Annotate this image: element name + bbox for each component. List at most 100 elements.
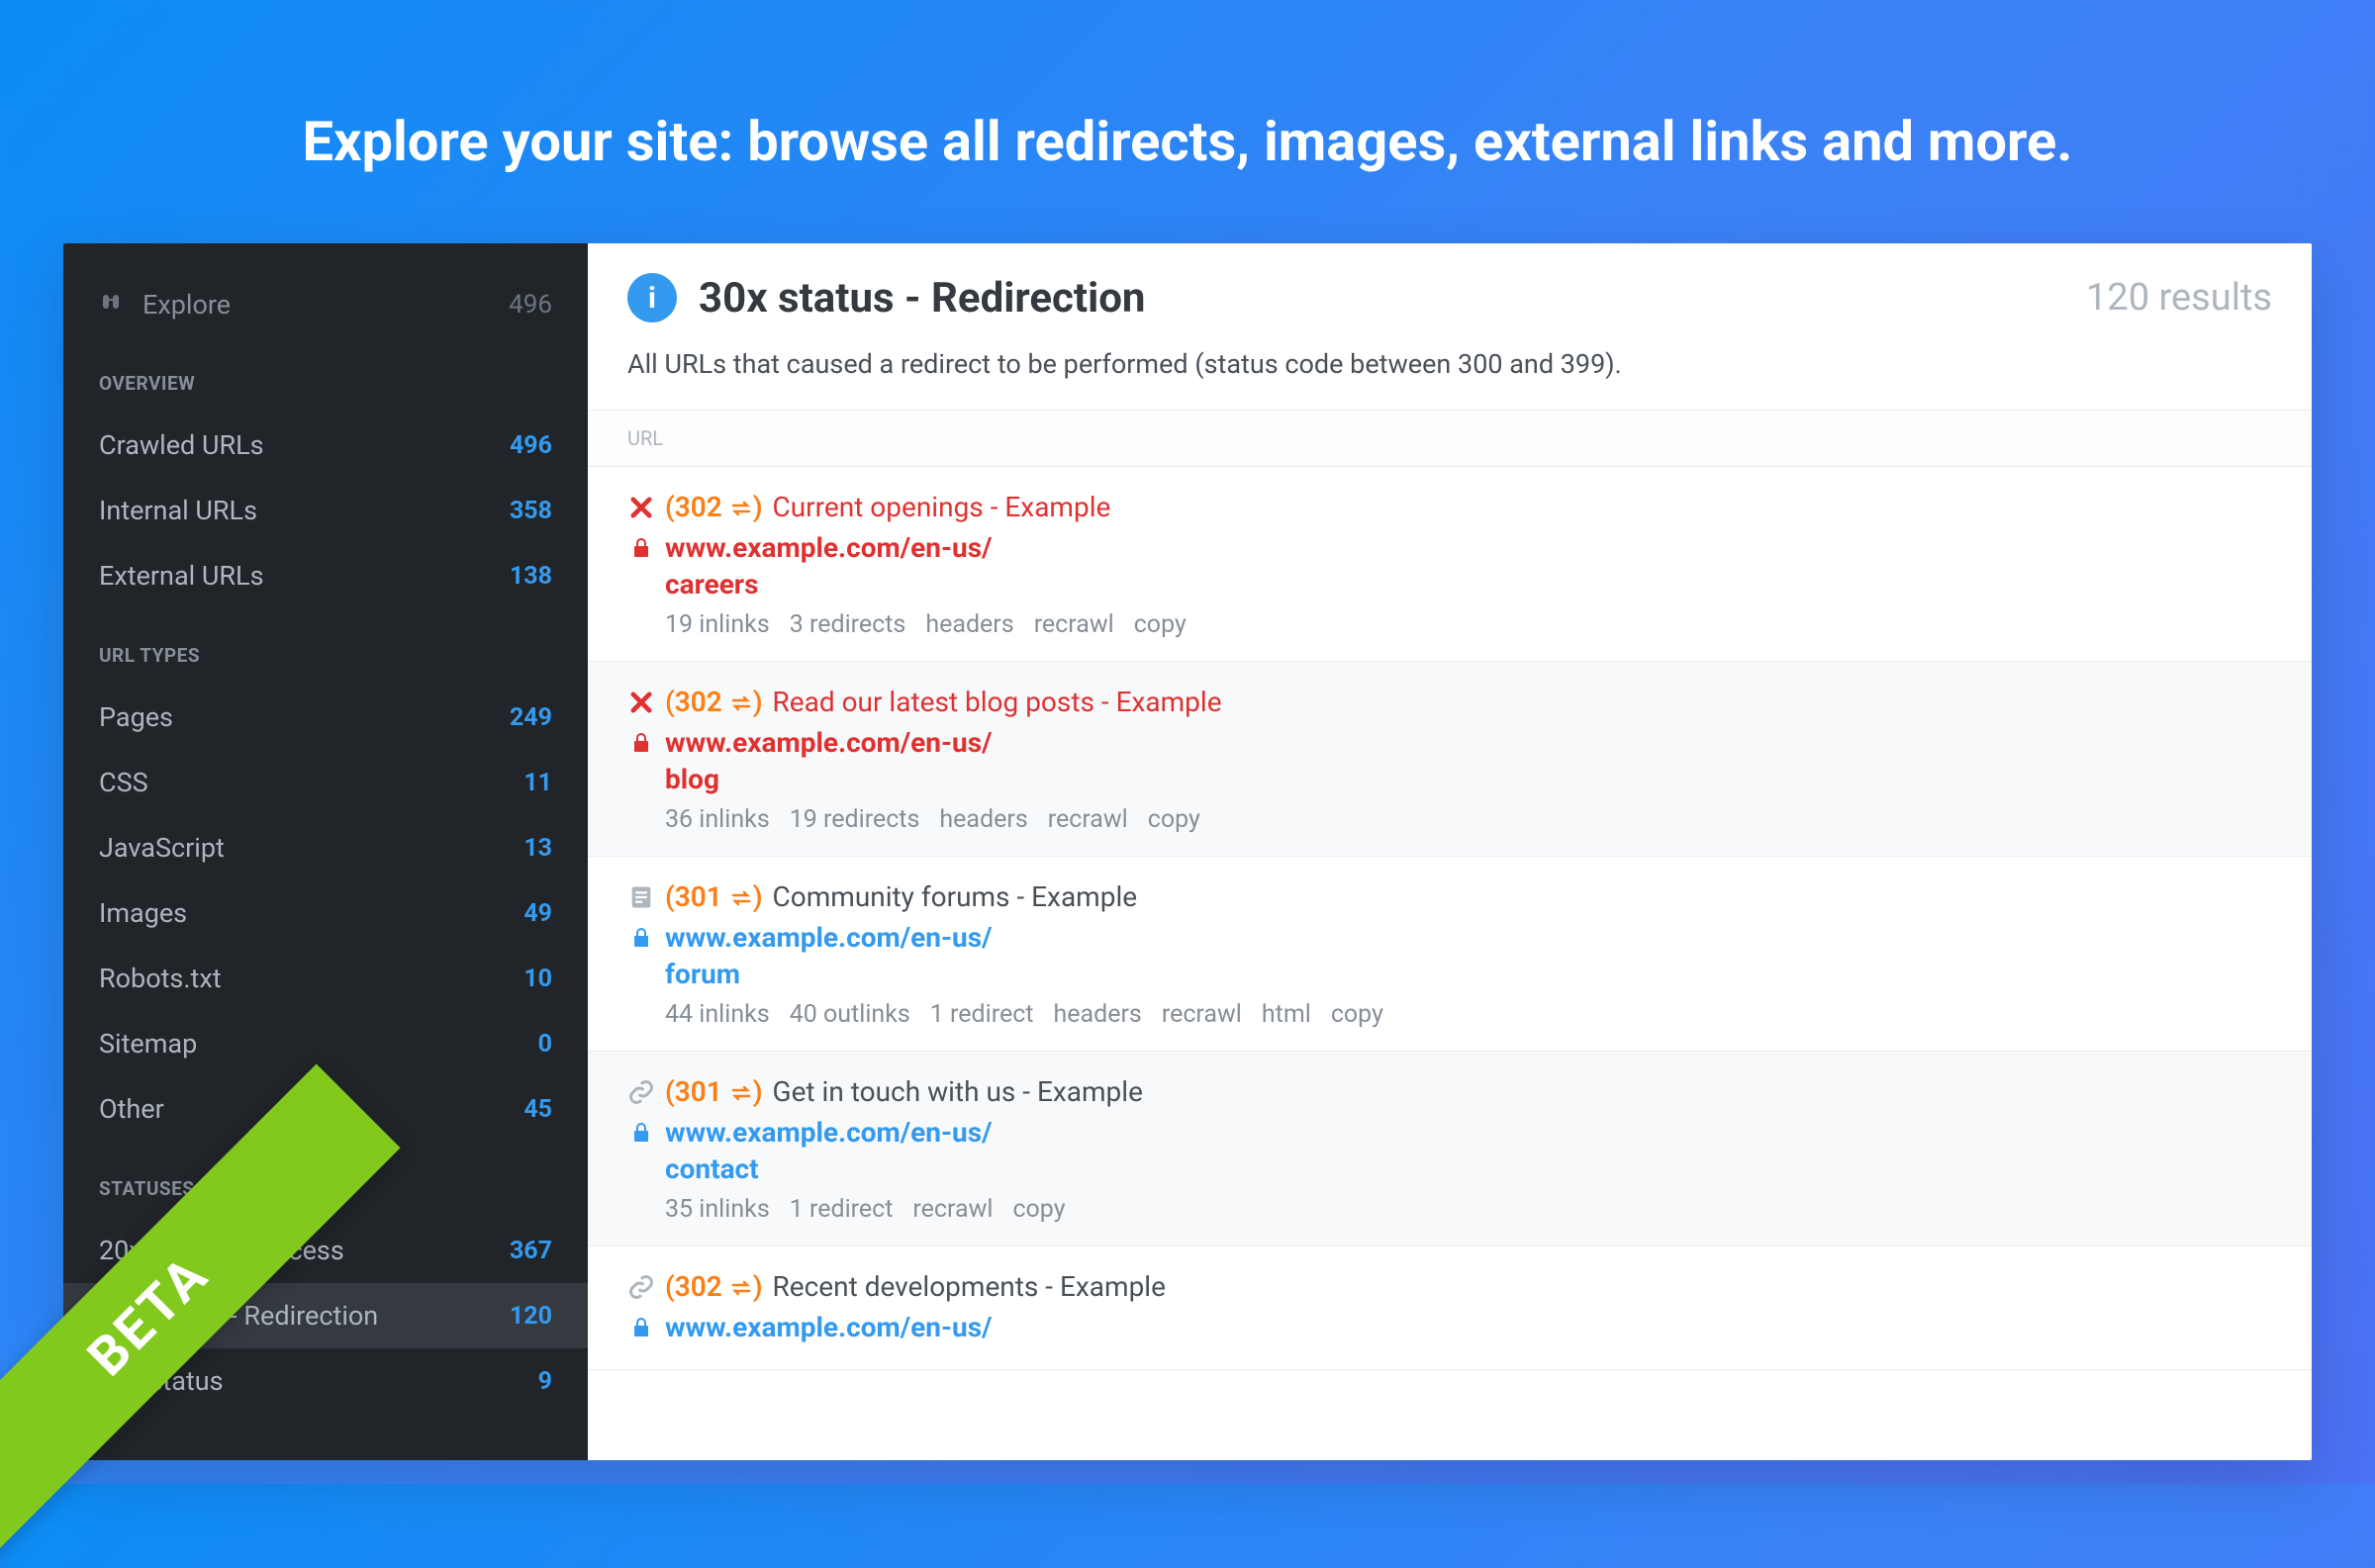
status-code-badge: (302 ) bbox=[665, 1270, 763, 1303]
url-meta-action[interactable]: recrawl bbox=[912, 1195, 993, 1224]
url-full[interactable]: www.example.com/en-us/ bbox=[665, 726, 992, 759]
url-meta-action[interactable]: 40 outlinks bbox=[790, 1000, 910, 1029]
sidebar-item-count: 120 bbox=[510, 1302, 552, 1331]
url-title: Community forums - Example bbox=[773, 880, 1138, 913]
x-icon bbox=[627, 689, 655, 716]
info-icon: i bbox=[627, 273, 677, 323]
url-meta-action[interactable]: copy bbox=[1134, 610, 1187, 639]
url-slug[interactable]: contact bbox=[627, 1153, 2272, 1185]
sidebar-item-count: 10 bbox=[523, 965, 552, 993]
sidebar-item-external-urls[interactable]: External URLs 138 bbox=[63, 543, 588, 608]
sidebar-item-count: 138 bbox=[510, 562, 552, 591]
url-meta-action[interactable]: 1 redirect bbox=[790, 1195, 894, 1224]
binoculars-icon bbox=[99, 289, 123, 321]
page-title: 30x status - Redirection bbox=[699, 274, 1145, 323]
url-meta: 19 inlinks 3 redirects headers recrawl copy bbox=[627, 610, 2272, 639]
lock-icon bbox=[627, 731, 655, 755]
url-meta-action[interactable]: copy bbox=[1148, 805, 1200, 834]
page-header: i 30x status - Redirection 120 results bbox=[588, 243, 2312, 342]
url-item[interactable]: (302 ) Current openings - Example www.ex… bbox=[588, 467, 2312, 662]
sidebar-explore[interactable]: Explore 496 bbox=[63, 273, 588, 336]
url-full[interactable]: www.example.com/en-us/ bbox=[665, 531, 992, 564]
sidebar-item-label: Robots.txt bbox=[99, 963, 222, 994]
sidebar-item-internal-urls[interactable]: Internal URLs 358 bbox=[63, 478, 588, 543]
sidebar-item-count: 358 bbox=[510, 497, 552, 525]
url-title: Get in touch with us - Example bbox=[773, 1075, 1143, 1108]
sidebar-item-count: 0 bbox=[538, 1030, 552, 1059]
sidebar-item-label: Pages bbox=[99, 701, 173, 733]
sidebar-item-count: 11 bbox=[523, 769, 552, 797]
sidebar-item-count: 9 bbox=[538, 1367, 552, 1396]
sidebar-item-label: CSS bbox=[99, 767, 148, 798]
url-item[interactable]: (302 ) Read our latest blog posts - Exam… bbox=[588, 662, 2312, 857]
url-slug[interactable]: forum bbox=[627, 958, 2272, 990]
hero-title: Explore your site: browse all redirects,… bbox=[0, 0, 2375, 243]
url-meta-action[interactable]: headers bbox=[939, 805, 1027, 834]
url-full[interactable]: www.example.com/en-us/ bbox=[665, 1311, 992, 1343]
url-meta-action[interactable]: headers bbox=[925, 610, 1013, 639]
page-description: All URLs that caused a redirect to be pe… bbox=[588, 342, 2312, 410]
lock-icon bbox=[627, 1121, 655, 1145]
main-panel: i 30x status - Redirection 120 results A… bbox=[588, 243, 2312, 1460]
sidebar-item-javascript[interactable]: JavaScript 13 bbox=[63, 815, 588, 880]
url-slug[interactable]: blog bbox=[627, 763, 2272, 795]
url-list: (302 ) Current openings - Example www.ex… bbox=[588, 467, 2312, 1460]
column-header-url: URL bbox=[588, 410, 2312, 467]
results-count: 120 results bbox=[2086, 276, 2272, 320]
sidebar-item-crawled-urls[interactable]: Crawled URLs 496 bbox=[63, 413, 588, 478]
sidebar-item-label: External URLs bbox=[99, 560, 264, 592]
status-code-badge: (302 ) bbox=[665, 491, 763, 523]
url-full[interactable]: www.example.com/en-us/ bbox=[665, 921, 992, 954]
url-meta-action[interactable]: html bbox=[1262, 1000, 1311, 1029]
url-meta-action[interactable]: 36 inlinks bbox=[665, 805, 770, 834]
sidebar-item-label: Sitemap bbox=[99, 1028, 197, 1060]
sidebar-item-css[interactable]: CSS 11 bbox=[63, 750, 588, 815]
status-code-badge: (301 ) bbox=[665, 880, 763, 913]
app-window: Explore 496 OVERVIEW Crawled URLs 496 In… bbox=[63, 243, 2312, 1460]
url-meta-action[interactable]: 19 redirects bbox=[790, 805, 920, 834]
link-icon bbox=[627, 1273, 655, 1301]
sidebar-item-count: 45 bbox=[523, 1095, 552, 1124]
section-header-overview: OVERVIEW bbox=[63, 336, 588, 413]
lock-icon bbox=[627, 926, 655, 950]
lock-icon bbox=[627, 1316, 655, 1339]
sidebar-item-label: Other bbox=[99, 1093, 164, 1125]
url-meta-action[interactable]: recrawl bbox=[1034, 610, 1114, 639]
sidebar-explore-count: 496 bbox=[509, 290, 552, 320]
url-meta-action[interactable]: 44 inlinks bbox=[665, 1000, 770, 1029]
sidebar-item-count: 13 bbox=[523, 834, 552, 863]
url-item[interactable]: (301 ) Community forums - Example www.ex… bbox=[588, 857, 2312, 1052]
url-slug[interactable]: careers bbox=[627, 568, 2272, 600]
url-meta-action[interactable]: recrawl bbox=[1048, 805, 1128, 834]
url-full[interactable]: www.example.com/en-us/ bbox=[665, 1116, 992, 1149]
sidebar-item-count: 49 bbox=[523, 899, 552, 928]
sidebar-item-label: Crawled URLs bbox=[99, 429, 264, 461]
url-meta: 35 inlinks 1 redirect recrawl copy bbox=[627, 1195, 2272, 1224]
url-meta-action[interactable]: copy bbox=[1012, 1195, 1065, 1224]
url-meta: 36 inlinks 19 redirects headers recrawl copy bbox=[627, 805, 2272, 834]
sidebar-item-label: Internal URLs bbox=[99, 495, 257, 526]
url-meta: 44 inlinks 40 outlinks 1 redirect headers re… bbox=[627, 1000, 2272, 1029]
sidebar-item-label: JavaScript bbox=[99, 832, 225, 864]
url-item[interactable]: (302 ) Recent developments - Example www… bbox=[588, 1246, 2312, 1370]
sidebar-item-pages[interactable]: Pages 249 bbox=[63, 685, 588, 750]
url-meta-action[interactable]: headers bbox=[1053, 1000, 1141, 1029]
x-icon bbox=[627, 494, 655, 521]
sidebar-item-count: 367 bbox=[510, 1237, 552, 1265]
url-meta-action[interactable]: copy bbox=[1331, 1000, 1383, 1029]
sidebar-item-images[interactable]: Images 49 bbox=[63, 880, 588, 946]
sidebar-item-count: 496 bbox=[510, 431, 552, 460]
url-title: Recent developments - Example bbox=[773, 1270, 1166, 1303]
url-meta-action[interactable]: recrawl bbox=[1162, 1000, 1242, 1029]
url-meta-action[interactable]: 19 inlinks bbox=[665, 610, 770, 639]
section-header-url-types: URL TYPES bbox=[63, 608, 588, 685]
document-icon bbox=[627, 883, 655, 911]
sidebar-item-robots[interactable]: Robots.txt 10 bbox=[63, 946, 588, 1011]
url-item[interactable]: (301 ) Get in touch with us - Example ww… bbox=[588, 1052, 2312, 1246]
url-meta-action[interactable]: 35 inlinks bbox=[665, 1195, 770, 1224]
url-meta-action[interactable]: 3 redirects bbox=[790, 610, 906, 639]
link-icon bbox=[627, 1078, 655, 1106]
url-meta-action[interactable]: 1 redirect bbox=[930, 1000, 1034, 1029]
sidebar-item-sitemap[interactable]: Sitemap 0 bbox=[63, 1011, 588, 1076]
url-title: Read our latest blog posts - Example bbox=[773, 686, 1222, 718]
